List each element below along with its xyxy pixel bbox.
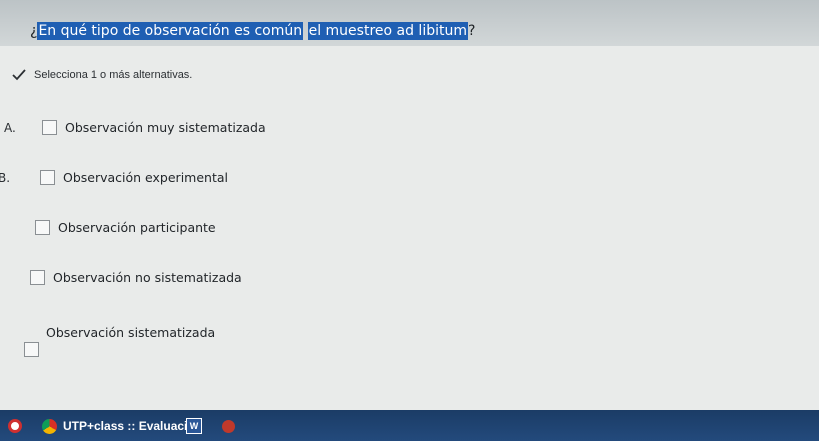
option-letter: A. (4, 121, 16, 135)
option-e-checkbox[interactable] (24, 342, 39, 357)
question-highlight-1: En qué tipo de observación es común (37, 22, 304, 40)
question-suffix: ? (468, 23, 476, 39)
question-highlight-2: el muestreo ad libitum (307, 22, 468, 40)
word-icon: W (186, 418, 202, 434)
option-label: Observación participante (58, 220, 216, 235)
option-b[interactable]: B. Observación experimental (0, 170, 228, 185)
checkbox[interactable] (42, 120, 57, 135)
instruction-row: Selecciona 1 o más alternativas. (12, 68, 192, 82)
checkbox[interactable] (30, 270, 45, 285)
browser-window-button[interactable]: UTP+class :: Evaluaci... (42, 416, 197, 436)
option-letter: B. (0, 171, 11, 185)
question-text: ¿En qué tipo de observación es común el … (30, 22, 476, 40)
window-title: UTP+class :: Evaluaci... (63, 419, 198, 433)
checkmark-icon (12, 69, 26, 81)
option-label: Observación muy sistematizada (65, 120, 266, 135)
option-label: Observación experimental (63, 170, 228, 185)
option-c[interactable]: Observación participante (35, 220, 216, 235)
chrome-icon (42, 418, 57, 434)
option-label: Observación no sistematizada (53, 270, 242, 285)
option-d[interactable]: Observación no sistematizada (30, 270, 242, 285)
app-taskbar-button[interactable] (222, 416, 235, 436)
option-a[interactable]: A. Observación muy sistematizada (4, 120, 266, 135)
option-e-label: Observación sistematizada (46, 325, 216, 340)
opera-taskbar-button[interactable] (8, 416, 22, 436)
instruction-text: Selecciona 1 o más alternativas. (34, 69, 193, 81)
word-taskbar-button[interactable]: W (186, 416, 202, 436)
checkbox[interactable] (40, 170, 55, 185)
checkbox[interactable] (35, 220, 50, 235)
taskbar: UTP+class :: Evaluaci... W (0, 410, 819, 441)
app-icon (222, 419, 235, 433)
opera-icon (8, 419, 22, 433)
